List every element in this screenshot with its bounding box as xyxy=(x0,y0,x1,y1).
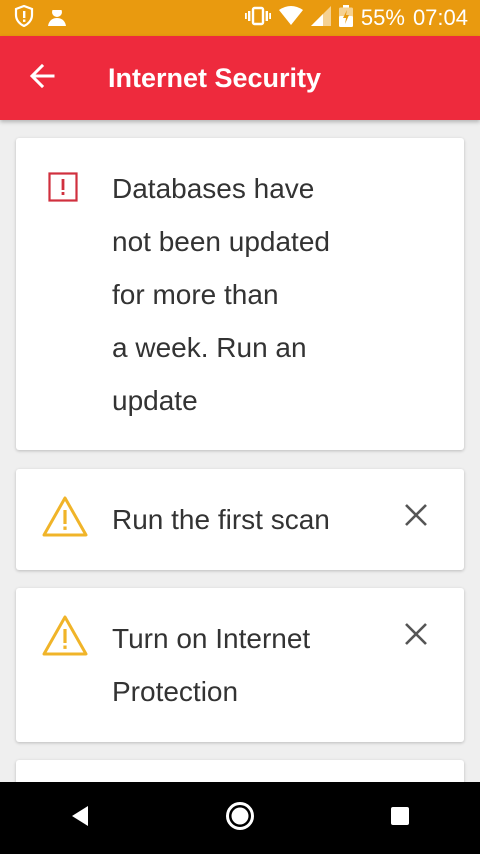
message-line: a week. Run an xyxy=(112,332,307,363)
dismiss-button[interactable] xyxy=(400,620,432,652)
arrow-back-icon xyxy=(29,63,55,94)
battery-percent: 55% xyxy=(360,5,405,30)
message-line: Databases have xyxy=(112,173,315,204)
back-triangle-icon xyxy=(70,805,90,832)
page-title: Internet Security xyxy=(108,62,322,93)
error-square-icon xyxy=(48,172,78,207)
nav-back-button[interactable] xyxy=(40,782,120,854)
signal-icon xyxy=(310,5,331,31)
card-message: Run the first scan xyxy=(112,493,330,546)
card-message: Databases have not been updated for more… xyxy=(112,162,372,427)
user-icon xyxy=(46,5,68,32)
battery-icon xyxy=(338,4,353,32)
shield-alert-icon xyxy=(14,4,34,32)
back-button[interactable] xyxy=(0,36,84,120)
message-line: not been updated xyxy=(112,226,330,257)
database-update-card[interactable]: Databases have not been updated for more… xyxy=(16,138,464,450)
close-icon xyxy=(404,622,428,651)
app-bar: Internet Security xyxy=(0,36,480,120)
status-bar: 55% 07:04 xyxy=(0,0,480,36)
clock: 07:04 xyxy=(412,5,468,30)
internet-protection-card[interactable]: Turn on Internet Protection xyxy=(16,588,464,742)
first-scan-card[interactable]: Run the first scan xyxy=(16,469,464,570)
dismiss-button[interactable] xyxy=(400,501,432,533)
recents-square-icon xyxy=(390,806,410,831)
wifi-icon xyxy=(278,5,303,31)
home-circle-icon xyxy=(225,801,255,836)
message-line: Run the first scan xyxy=(112,504,330,535)
message-line: for more than xyxy=(112,279,279,310)
vibrate-icon xyxy=(244,6,271,31)
close-icon xyxy=(404,503,428,532)
message-line: Protection xyxy=(112,676,239,707)
nav-recents-button[interactable] xyxy=(360,782,440,854)
message-line: Turn on Internet xyxy=(112,623,311,654)
card-message: Turn on Internet Protection xyxy=(112,612,372,718)
message-line: update xyxy=(112,385,198,416)
warning-triangle-icon xyxy=(42,614,88,661)
status-right: 55% 07:04 xyxy=(237,4,468,32)
navigation-bar xyxy=(0,782,480,854)
nav-home-button[interactable] xyxy=(200,782,280,854)
status-left xyxy=(14,4,80,32)
warning-triangle-icon xyxy=(42,495,88,542)
